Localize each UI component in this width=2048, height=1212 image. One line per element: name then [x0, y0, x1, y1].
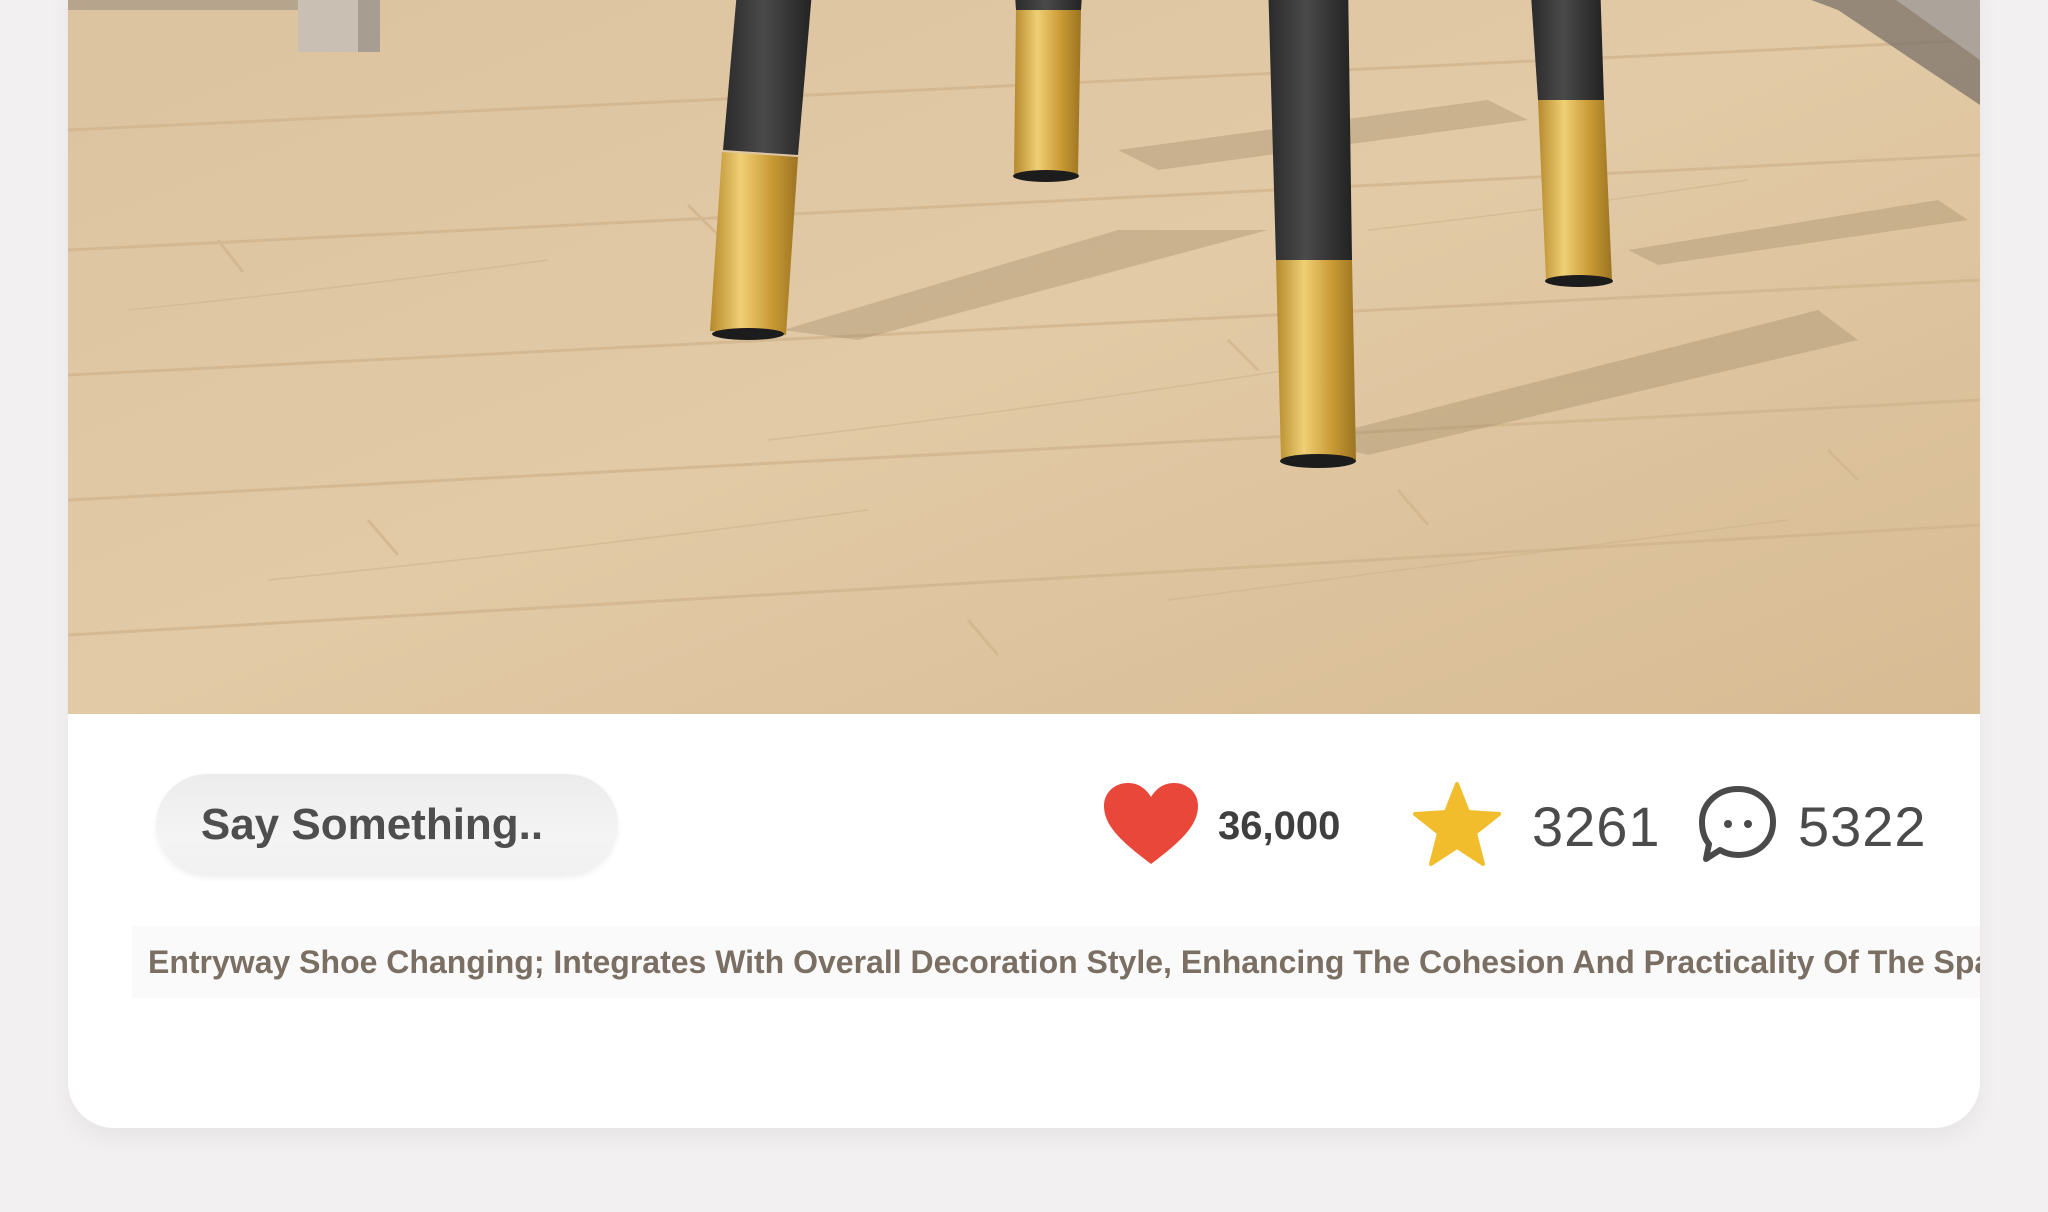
post-actions: Say Something.. 36,000 3261 5322	[68, 754, 1980, 876]
comment-input[interactable]: Say Something..	[156, 774, 618, 876]
favorite-count: 3261	[1532, 794, 1661, 858]
post-card: Say Something.. 36,000 3261 5322 Entrywa…	[68, 0, 1980, 1128]
favorite-button[interactable]: 3261	[1412, 774, 1661, 878]
comment-button[interactable]: 5322	[1698, 774, 1927, 878]
comment-count: 5322	[1798, 794, 1927, 858]
comment-bubble-icon	[1698, 784, 1778, 869]
star-icon	[1412, 781, 1502, 872]
post-description: Entryway Shoe Changing; Integrates With …	[132, 926, 1980, 998]
like-count: 36,000	[1218, 803, 1341, 848]
product-photo[interactable]	[68, 0, 1980, 714]
like-button[interactable]: 36,000	[1102, 774, 1340, 878]
heart-icon	[1102, 782, 1200, 871]
